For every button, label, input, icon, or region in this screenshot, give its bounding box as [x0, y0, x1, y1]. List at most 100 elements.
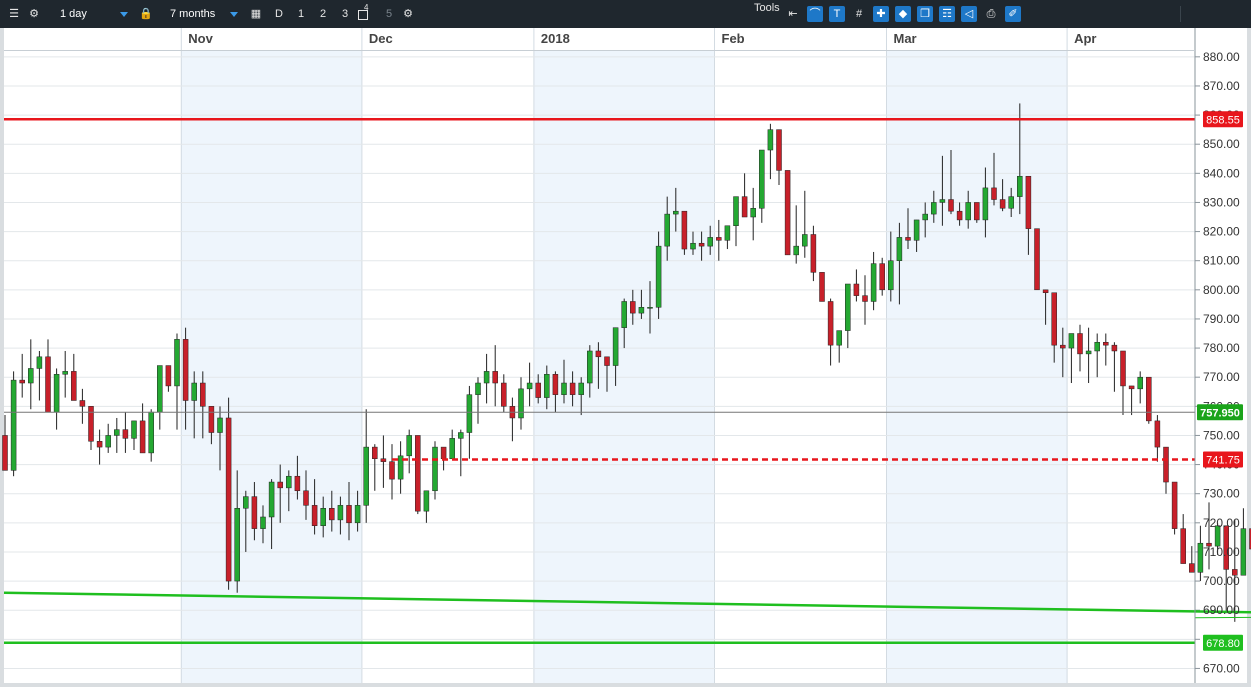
- candle-body: [286, 475, 292, 489]
- month-shade-band: [533, 51, 715, 683]
- candle-body: [389, 461, 395, 480]
- candle-body: [896, 237, 903, 261]
- candle-body: [913, 219, 920, 241]
- candle-body: [200, 382, 206, 407]
- settings-gear-icon[interactable]: ⚙: [26, 6, 42, 22]
- candle-body: [802, 234, 808, 247]
- candle-body: [105, 435, 111, 448]
- preset-3-button[interactable]: 3: [337, 6, 353, 22]
- candle-body: [870, 263, 877, 302]
- grid-icon[interactable]: #: [851, 6, 867, 22]
- range-chevron-down-icon[interactable]: [230, 12, 238, 17]
- y-tick-label: 790.00: [1203, 312, 1240, 326]
- interval-chevron-down-icon[interactable]: [120, 12, 128, 17]
- candle-body: [845, 283, 851, 331]
- candle-body: [1042, 289, 1049, 293]
- candle-body: [1180, 528, 1186, 564]
- candle-body: [595, 350, 602, 358]
- candle-body: [337, 505, 344, 521]
- candle-body: [363, 446, 369, 506]
- candle-body: [1128, 385, 1135, 390]
- candle-body: [569, 382, 576, 395]
- candle-body: [139, 420, 146, 454]
- candle-body: [819, 272, 825, 302]
- y-tick-label: 720.00: [1203, 516, 1240, 530]
- candle-body: [10, 379, 17, 471]
- candle-body: [440, 446, 447, 459]
- candle-body: [268, 481, 275, 518]
- marker-icon[interactable]: ◆: [895, 6, 911, 22]
- text-tool-icon[interactable]: T: [829, 6, 845, 22]
- wrench-icon[interactable]: ✐: [1005, 6, 1021, 22]
- candle-body: [483, 371, 490, 384]
- candle-body: [784, 170, 791, 256]
- candle-body: [458, 432, 464, 439]
- chart-settings-gear-icon[interactable]: ⚙: [400, 6, 416, 22]
- menu-icon[interactable]: ☰: [6, 6, 22, 22]
- candle-body: [449, 438, 455, 459]
- y-tick-label: 810.00: [1203, 254, 1240, 268]
- candle-body: [260, 516, 266, 529]
- candle-body: [251, 496, 258, 529]
- layers-icon[interactable]: ❒: [917, 6, 933, 22]
- candle-body: [466, 394, 473, 433]
- candle-body: [578, 382, 584, 395]
- x-tick-label: Feb: [722, 31, 745, 46]
- interval-value: 1 day: [60, 8, 87, 20]
- candle-body: [415, 435, 421, 512]
- candle-body: [1085, 350, 1092, 355]
- candle-body: [767, 129, 774, 151]
- y-tick-label: 870.00: [1203, 79, 1240, 93]
- candle-body: [733, 196, 739, 226]
- calendar-icon[interactable]: ▦: [248, 6, 264, 22]
- candle-body: [380, 458, 387, 462]
- candle-body: [432, 446, 438, 492]
- x-tick-label: Dec: [369, 31, 393, 46]
- candle-body: [114, 429, 120, 436]
- price-chart[interactable]: NovDec2018FebMarApr 880.00870.00860.0085…: [0, 28, 1251, 687]
- candle-body: [681, 210, 688, 250]
- candle-body: [88, 406, 94, 442]
- candle-body: [827, 301, 834, 346]
- preset-4-button[interactable]: 4: [356, 3, 372, 22]
- candle-body: [1163, 446, 1169, 483]
- candle-body: [19, 379, 25, 384]
- candle-body: [36, 356, 43, 369]
- x-tick-label: Nov: [188, 31, 213, 46]
- candle-body: [655, 245, 662, 308]
- candle-body: [423, 490, 430, 512]
- candle-body: [931, 202, 937, 215]
- candle-body: [1025, 175, 1032, 229]
- candle-body: [630, 301, 636, 314]
- candle-body: [724, 225, 731, 241]
- curve-tool-icon[interactable]: ⌒: [807, 6, 823, 22]
- y-tick-label: 840.00: [1203, 166, 1240, 180]
- candle-body: [956, 210, 963, 221]
- shape-tool-icon[interactable]: ◁: [961, 6, 977, 22]
- candles-tool-icon[interactable]: ☶: [939, 6, 955, 22]
- preset-1-button[interactable]: 1: [293, 6, 309, 22]
- preset-d-button[interactable]: D: [271, 6, 287, 22]
- candle-body: [888, 260, 894, 291]
- candle-body: [1094, 341, 1100, 352]
- y-tick-label: 690.00: [1203, 603, 1240, 617]
- candle-body: [698, 242, 705, 247]
- candle-body: [750, 208, 756, 218]
- preset-5-button[interactable]: 5: [381, 6, 397, 22]
- candle-body: [612, 327, 619, 366]
- preset-2-button[interactable]: 2: [315, 6, 331, 22]
- lock-icon[interactable]: 🔒: [138, 6, 154, 22]
- candle-body: [191, 382, 197, 401]
- candle-body: [208, 406, 215, 433]
- print-icon[interactable]: ⎙: [983, 6, 999, 22]
- candle-body: [501, 382, 507, 407]
- crosshair-icon[interactable]: ✚: [873, 6, 889, 22]
- candle-body: [406, 435, 412, 457]
- arrow-left-icon[interactable]: ⇤: [785, 6, 801, 22]
- candle-body: [243, 496, 249, 509]
- month-shade-band: [181, 51, 362, 683]
- candle-body: [79, 400, 86, 407]
- month-shade-band: [886, 51, 1068, 683]
- y-tick-label: 850.00: [1203, 137, 1240, 151]
- candle-body: [62, 371, 68, 375]
